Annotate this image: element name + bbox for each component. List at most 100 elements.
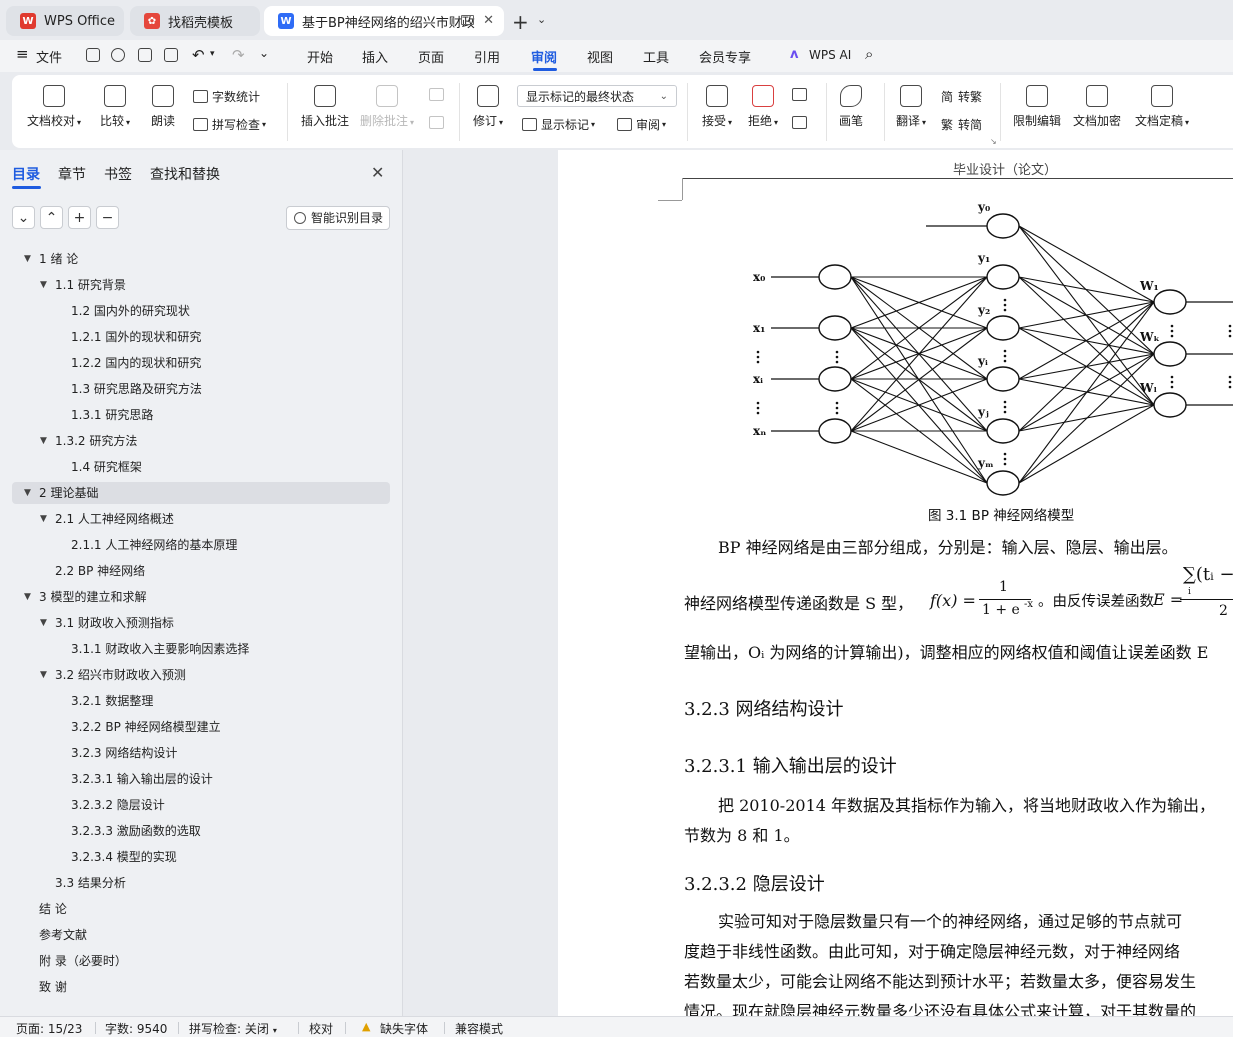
finalize-button[interactable]: 文档定稿 ▾: [1131, 85, 1193, 129]
toc-item[interactable]: 3.2.3.2 隐层设计: [0, 794, 402, 816]
toc-item[interactable]: 致 谢: [0, 976, 402, 998]
toc-item[interactable]: 结 论: [0, 898, 402, 920]
toc-item[interactable]: ▼ 1.3.2 研究方法: [0, 430, 402, 452]
tab-templates[interactable]: ✿ 找稻壳模板: [130, 6, 260, 36]
word-count-status[interactable]: 字数: 9540: [105, 1020, 167, 1037]
toc-item[interactable]: 1.4 研究框架: [0, 456, 402, 478]
nav-tab-bookmarks[interactable]: 书签: [104, 164, 132, 184]
pen-button[interactable]: 画笔: [834, 85, 868, 129]
close-icon[interactable]: ✕: [371, 163, 384, 182]
toc-item[interactable]: 附 录（必要时）: [0, 950, 402, 972]
document-page[interactable]: 毕业设计（论文） x₀ x₁ xᵢ xₙ y₀ y₁ y₂ yᵢ yⱼ yₘ W₁ Wₖ Wₗ 图 3.…: [558, 150, 1233, 1016]
menu-review[interactable]: 审阅: [531, 47, 557, 66]
add-heading-button[interactable]: +: [68, 206, 91, 229]
menu-tools[interactable]: 工具: [643, 47, 669, 66]
toc-item[interactable]: 3.2.3 网络结构设计: [0, 742, 402, 764]
monitor-icon[interactable]: [461, 15, 474, 25]
word-count-button[interactable]: 字数统计: [193, 88, 260, 105]
toc-item[interactable]: 3.2.1 数据整理: [0, 690, 402, 712]
nav-tab-find-replace[interactable]: 查找和替换: [150, 164, 220, 184]
expand-arrow-icon[interactable]: ▼: [24, 586, 31, 608]
new-tab-button[interactable]: +: [512, 10, 529, 34]
menu-reference[interactable]: 引用: [474, 47, 500, 66]
previous-change-icon[interactable]: [792, 88, 811, 101]
toc-item[interactable]: 3.1.1 财政收入主要影响因素选择: [0, 638, 402, 660]
remove-heading-button[interactable]: −: [96, 206, 119, 229]
print-icon[interactable]: [138, 48, 152, 62]
to-traditional-button[interactable]: 简转繁: [941, 88, 982, 105]
toc-item[interactable]: 1.2 国内外的研究现状: [0, 300, 402, 322]
redo-icon[interactable]: ↷: [232, 46, 245, 64]
toc-item[interactable]: 3.2.3.4 模型的实现: [0, 846, 402, 868]
previous-comment-icon[interactable]: [429, 88, 448, 101]
restrict-edit-button[interactable]: 限制编辑: [1011, 85, 1063, 129]
toc-item[interactable]: 1.2.1 国外的现状和研究: [0, 326, 402, 348]
next-comment-icon[interactable]: [429, 116, 448, 129]
toc-item[interactable]: ▼ 3.2 绍兴市财政收入预测: [0, 664, 402, 686]
expand-arrow-icon[interactable]: ▼: [40, 274, 47, 296]
review-pane-button[interactable]: 审阅 ▾: [617, 116, 666, 133]
menu-start[interactable]: 开始: [307, 47, 333, 66]
markup-state-select[interactable]: 显示标记的最终状态 ⌄: [517, 85, 677, 107]
menu-membership[interactable]: 会员专享: [699, 47, 751, 66]
to-simplified-button[interactable]: 繁转简: [941, 116, 982, 133]
hamburger-icon[interactable]: ≡: [16, 45, 29, 63]
toc-item[interactable]: 2.2 BP 神经网络: [0, 560, 402, 582]
nav-tab-chapters[interactable]: 章节: [58, 164, 86, 184]
show-markup-button[interactable]: 显示标记 ▾: [522, 116, 595, 133]
page-indicator[interactable]: 页面: 15/23: [16, 1020, 82, 1037]
collapse-all-button[interactable]: ⌄: [12, 206, 35, 229]
toc-item[interactable]: 2.1.1 人工神经网络的基本原理: [0, 534, 402, 556]
expand-arrow-icon[interactable]: ▼: [40, 664, 47, 686]
next-change-icon[interactable]: [792, 116, 811, 129]
compare-button[interactable]: 比较 ▾: [92, 85, 138, 129]
toc-item[interactable]: ▼ 2.1 人工神经网络概述: [0, 508, 402, 530]
menu-file[interactable]: 文件: [36, 47, 62, 66]
undo-icon[interactable]: ↶: [192, 46, 205, 64]
missing-font-status[interactable]: 缺失字体: [380, 1020, 428, 1037]
menu-wps-ai[interactable]: WPS AI: [809, 48, 851, 62]
proofread-status[interactable]: 校对: [309, 1020, 333, 1037]
tab-wps-office[interactable]: W WPS Office: [6, 6, 124, 36]
save-icon[interactable]: [86, 48, 100, 62]
expand-arrow-icon[interactable]: ▼: [40, 612, 47, 634]
doc-check-button[interactable]: 文档校对 ▾: [26, 85, 82, 129]
dialog-launcher-icon[interactable]: ↘: [990, 137, 997, 146]
toc-item[interactable]: 1.3.1 研究思路: [0, 404, 402, 426]
toc-item[interactable]: 3.3 结果分析: [0, 872, 402, 894]
delete-comment-button[interactable]: 删除批注 ▾: [358, 85, 416, 129]
translate-button[interactable]: 翻译 ▾: [892, 85, 930, 129]
nav-tab-toc[interactable]: 目录: [12, 164, 40, 184]
toc-item[interactable]: ▼ 1.1 研究背景: [0, 274, 402, 296]
more-chevron-icon[interactable]: ⌄: [259, 46, 269, 60]
smart-toc-button[interactable]: 智能识别目录: [286, 206, 390, 230]
expand-arrow-icon[interactable]: ▼: [40, 430, 47, 452]
menu-view[interactable]: 视图: [587, 47, 613, 66]
print-preview-icon[interactable]: [164, 48, 178, 62]
toc-item[interactable]: 1.2.2 国内的现状和研究: [0, 352, 402, 374]
menu-page[interactable]: 页面: [418, 47, 444, 66]
expand-arrow-icon[interactable]: ▼: [24, 482, 31, 504]
doc-encrypt-button[interactable]: 文档加密: [1071, 85, 1123, 129]
toc-item[interactable]: 参考文献: [0, 924, 402, 946]
toc-item[interactable]: 3.2.3.3 激励函数的选取: [0, 820, 402, 842]
spell-check-button[interactable]: 拼写检查 ▾: [193, 116, 266, 133]
toc-item[interactable]: ▼ 3 模型的建立和求解: [0, 586, 402, 608]
compat-mode-status[interactable]: 兼容模式: [455, 1020, 503, 1037]
accept-button[interactable]: 接受 ▾: [698, 85, 736, 129]
toc-item[interactable]: 3.2.2 BP 神经网络模型建立: [0, 716, 402, 738]
toc-item[interactable]: ▼ 2 理论基础: [12, 482, 390, 504]
expand-arrow-icon[interactable]: ▼: [40, 508, 47, 530]
menu-insert[interactable]: 插入: [362, 47, 388, 66]
toc-item[interactable]: 3.2.3.1 输入输出层的设计: [0, 768, 402, 790]
expand-arrow-icon[interactable]: ▼: [24, 248, 31, 270]
toc-item[interactable]: 1.3 研究思路及研究方法: [0, 378, 402, 400]
insert-comment-button[interactable]: 插入批注: [299, 85, 351, 129]
undo-dropdown-icon[interactable]: ▾: [210, 49, 215, 59]
reject-button[interactable]: 拒绝 ▾: [744, 85, 782, 129]
revise-button[interactable]: 修订 ▾: [468, 85, 508, 129]
share-icon[interactable]: [111, 48, 125, 62]
chevron-down-icon[interactable]: ⌄: [537, 13, 546, 26]
tab-document[interactable]: W 基于BP神经网络的绍兴市财政 ✕: [264, 6, 504, 36]
close-icon[interactable]: ✕: [483, 13, 494, 28]
